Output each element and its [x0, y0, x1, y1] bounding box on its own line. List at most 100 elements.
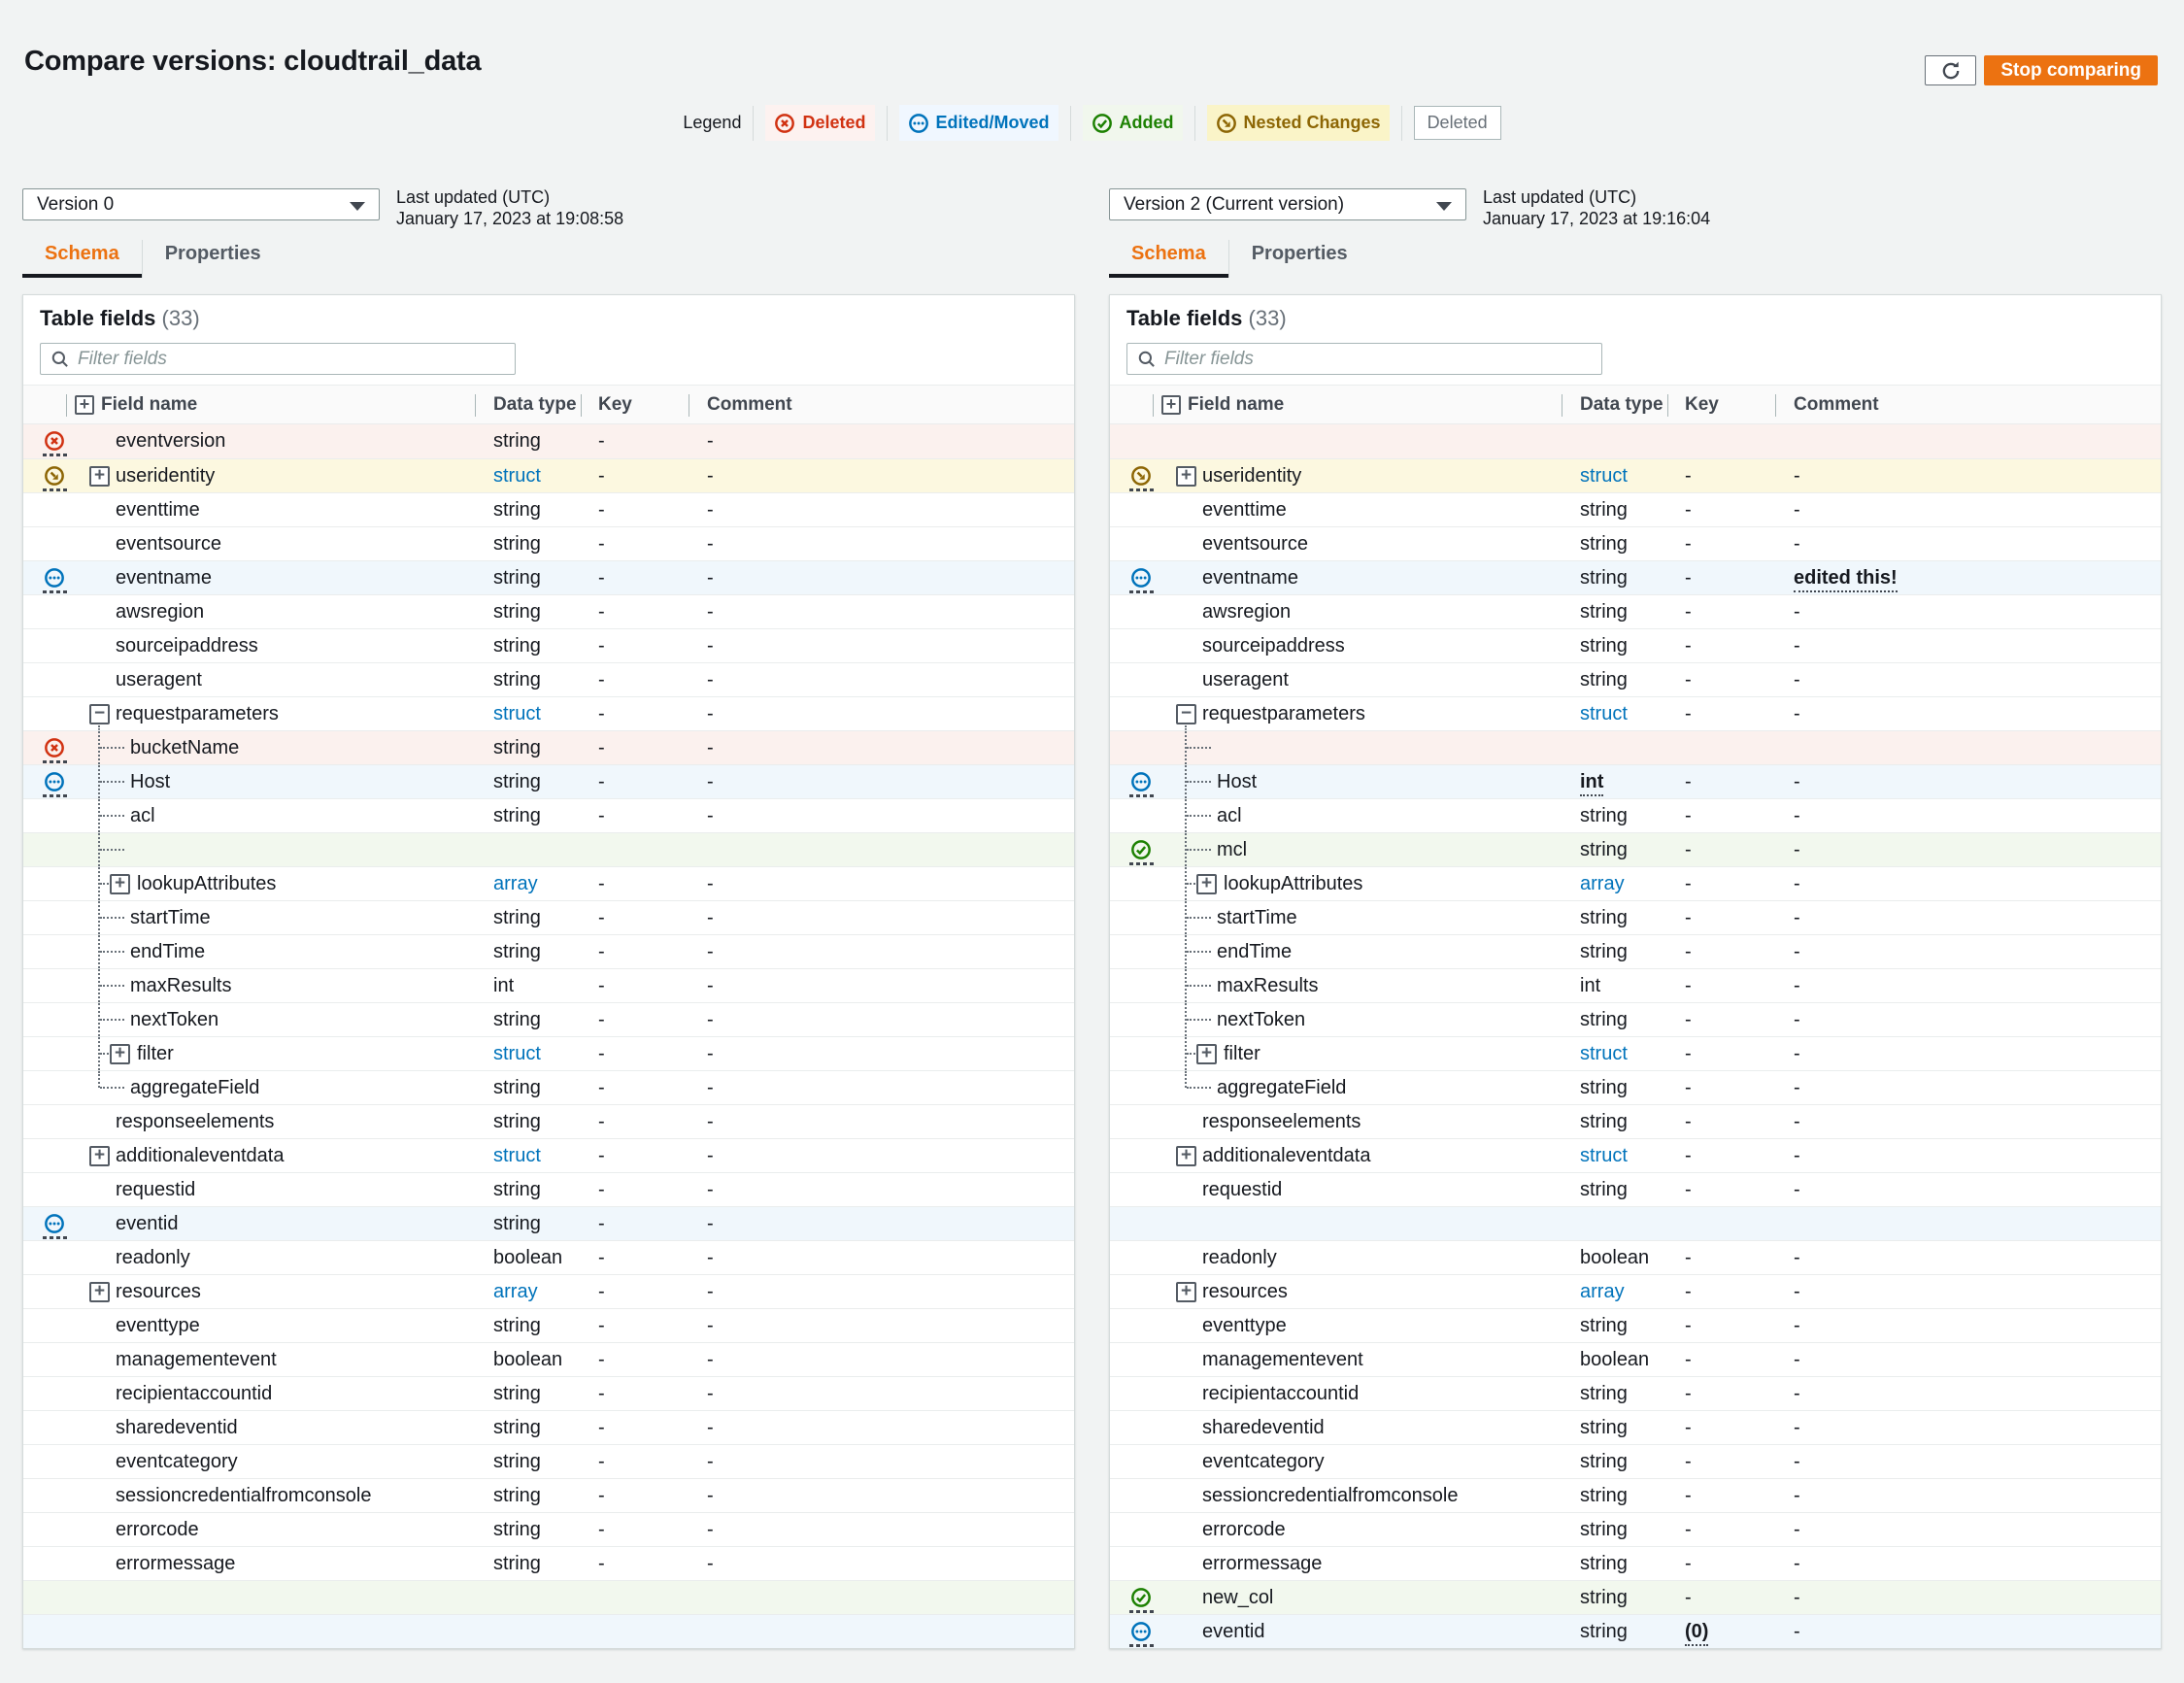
tab-schema[interactable]: Schema	[22, 240, 142, 278]
tab-properties[interactable]: Properties	[1227, 240, 1370, 278]
field-type[interactable]: struct	[1580, 1139, 1628, 1172]
refresh-button[interactable]	[1925, 55, 1977, 85]
field-comment: -	[1794, 1077, 1800, 1098]
field-key: -	[1685, 1451, 1692, 1472]
field-row-awsregion: awsregion string - -	[23, 594, 1074, 628]
field-key: -	[598, 1519, 605, 1540]
field-name: recipientaccountid	[116, 1383, 273, 1404]
version-select[interactable]: Version 2 (Current version)	[1109, 188, 1466, 220]
field-comment: -	[707, 1179, 714, 1200]
field-type[interactable]: array	[1580, 867, 1625, 900]
field-key: -	[598, 737, 605, 758]
version-panel-1: Version 2 (Current version) Last updated…	[1109, 187, 2162, 1655]
field-row-eventname: eventname string - edited this!	[1110, 560, 2161, 594]
field-type[interactable]: array	[1580, 1275, 1625, 1308]
field-row-useragent: useragent string - -	[1110, 662, 2161, 696]
field-row-resources: + resources array - -	[1110, 1274, 2161, 1308]
expand-toggle-icon[interactable]: +	[1196, 874, 1217, 894]
field-key: -	[1685, 1587, 1692, 1608]
status-dots	[43, 794, 68, 797]
field-comment: -	[707, 601, 714, 623]
schema-card: Table fields (33) + Field name Data type…	[22, 294, 1075, 1649]
expand-toggle-icon[interactable]: +	[1176, 1282, 1196, 1302]
field-comment: -	[707, 873, 714, 894]
field-row-useragent: useragent string - -	[23, 662, 1074, 696]
search-icon	[1138, 351, 1155, 367]
field-name: sharedeventid	[116, 1417, 238, 1438]
field-comment: -	[707, 669, 714, 690]
field-comment: -	[1794, 1145, 1800, 1166]
expand-toggle-icon[interactable]: +	[110, 1044, 130, 1064]
expand-toggle-icon[interactable]: +	[1196, 1044, 1217, 1064]
expand-toggle-icon[interactable]: −	[1176, 704, 1196, 724]
table-fields-title: Table fields (33)	[1126, 306, 1287, 330]
field-row-requestparameters: − requestparameters struct - -	[1110, 696, 2161, 730]
field-type[interactable]: struct	[1580, 1037, 1628, 1070]
tree-guide	[98, 1071, 100, 1088]
field-row-eventcategory: eventcategory string - -	[23, 1444, 1074, 1478]
field-row-eventversion: eventversion string - -	[23, 424, 1074, 458]
field-type[interactable]: struct	[1580, 459, 1628, 492]
field-key: -	[598, 1349, 605, 1370]
tree-guide-dots	[1187, 781, 1211, 783]
field-type: string	[1580, 1519, 1628, 1540]
tree-guide-dots	[1187, 747, 1211, 749]
expand-toggle-icon[interactable]: +	[89, 1146, 110, 1166]
field-name: aggregateField	[1217, 1077, 1347, 1098]
field-type[interactable]: struct	[493, 1139, 541, 1172]
tree-guide-dots	[100, 747, 124, 749]
field-type[interactable]: struct	[1580, 697, 1628, 730]
version-select[interactable]: Version 0	[22, 188, 380, 220]
field-type[interactable]: struct	[493, 697, 541, 730]
field-row-errormessage: errormessage string - -	[1110, 1546, 2161, 1580]
expand-toggle-icon[interactable]: +	[110, 874, 130, 894]
filter-input[interactable]	[78, 348, 505, 370]
tree-guide	[1185, 1071, 1187, 1088]
stop-comparing-button[interactable]: Stop comparing	[1984, 55, 2158, 85]
field-comment: -	[707, 1213, 714, 1234]
nested-icon	[1216, 113, 1236, 133]
placeholder-row	[23, 832, 1074, 866]
expand-all-icon[interactable]: +	[1161, 395, 1181, 415]
field-name: useragent	[116, 669, 202, 690]
filter-input[interactable]	[1164, 348, 1592, 370]
expand-toggle-icon[interactable]: +	[1176, 1146, 1196, 1166]
field-comment: -	[707, 1349, 714, 1370]
expand-toggle-icon[interactable]: +	[89, 466, 110, 487]
field-row-additionaleventdata: + additionaleventdata struct - -	[23, 1138, 1074, 1172]
field-row-aggregateField: aggregateField string - -	[23, 1070, 1074, 1104]
field-comment: -	[1794, 1383, 1800, 1404]
field-name: eventtime	[116, 499, 200, 521]
field-comment: -	[707, 907, 714, 928]
field-key: -	[1685, 601, 1692, 623]
added-icon	[1092, 113, 1112, 133]
expand-toggle-icon[interactable]: +	[89, 1282, 110, 1302]
field-type: boolean	[493, 1247, 563, 1268]
field-name: eventtime	[1202, 499, 1287, 521]
field-type[interactable]: struct	[493, 1037, 541, 1070]
field-type[interactable]: struct	[493, 459, 541, 492]
field-type[interactable]: array	[493, 867, 538, 900]
field-row-sourceipaddress: sourceipaddress string - -	[23, 628, 1074, 662]
field-comment: -	[707, 635, 714, 656]
placeholder-row	[1110, 424, 2161, 458]
field-comment: -	[1794, 873, 1800, 894]
field-key: -	[1685, 533, 1692, 555]
field-key: -	[598, 499, 605, 521]
field-type[interactable]: array	[493, 1275, 538, 1308]
expand-all-icon[interactable]: +	[75, 395, 94, 415]
field-key: -	[1685, 873, 1692, 894]
filter-field[interactable]	[40, 343, 516, 375]
tab-properties[interactable]: Properties	[141, 240, 284, 278]
tab-schema[interactable]: Schema	[1109, 240, 1228, 278]
filter-field[interactable]	[1126, 343, 1602, 375]
field-type: string	[493, 1553, 541, 1574]
field-comment: -	[1794, 1417, 1800, 1438]
field-row-maxResults: maxResults int - -	[23, 968, 1074, 1002]
field-row-sessioncredentialfromconsole: sessioncredentialfromconsole string - -	[23, 1478, 1074, 1512]
field-key: -	[598, 1179, 605, 1200]
field-key: -	[598, 1383, 605, 1404]
field-comment: -	[1794, 1043, 1800, 1064]
expand-toggle-icon[interactable]: −	[89, 704, 110, 724]
expand-toggle-icon[interactable]: +	[1176, 466, 1196, 487]
